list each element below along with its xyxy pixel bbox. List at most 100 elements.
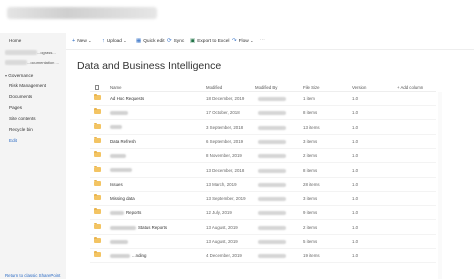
table-row[interactable]: 17 October, 2018 8 items 1.0	[90, 106, 436, 121]
row-name[interactable]	[110, 239, 130, 244]
redacted-name	[110, 254, 130, 259]
nav-home[interactable]: Home	[9, 38, 21, 43]
row-name[interactable]	[110, 110, 130, 116]
row-version: 1.0	[352, 110, 359, 116]
grid-icon: ▦	[136, 38, 142, 44]
row-modified: 3 September, 2018	[206, 124, 244, 130]
table-row[interactable]: 8 November, 2019 2 items 1.0	[90, 149, 436, 164]
sync-button[interactable]: ⟳ Sync	[167, 38, 184, 44]
row-file-size: 9 items	[303, 210, 318, 216]
row-modified-by-redacted	[258, 240, 286, 244]
row-name[interactable]	[110, 153, 128, 159]
table-row[interactable]: Ad Hoc Requests 18 December, 2019 1 item 1.…	[90, 92, 436, 106]
add-column-button[interactable]: + Add column	[397, 85, 423, 90]
export-to-excel-button[interactable]: ▣ Export to Excel	[190, 38, 229, 44]
folder-icon	[94, 222, 101, 229]
nav-risk-management[interactable]: Risk Management	[9, 83, 46, 88]
table-row[interactable]: Issues 13 March, 2019 28 items 1.0	[90, 178, 436, 192]
folder-icon	[94, 237, 101, 243]
row-version: 1.0	[352, 181, 359, 187]
nav-item-redacted-2[interactable]: ...ocumentation ...	[5, 60, 59, 66]
row-name[interactable]: ...nding	[110, 253, 146, 258]
column-header-modified-by[interactable]: Modified By	[255, 85, 277, 90]
row-modified-by-redacted	[258, 139, 286, 144]
row-modified-by-redacted	[258, 254, 286, 259]
row-modified: 8 November, 2019	[206, 153, 242, 159]
folder-icon	[94, 251, 101, 258]
plus-icon: +	[72, 38, 76, 44]
row-name[interactable]	[110, 168, 134, 173]
folder-icon	[94, 179, 101, 186]
column-header-modified[interactable]: Modified	[206, 85, 222, 90]
row-file-size: 3 items	[303, 196, 318, 202]
row-version: 1.0	[352, 124, 359, 130]
row-modified-by-redacted	[258, 182, 286, 187]
row-name[interactable]: Issues	[110, 182, 123, 187]
row-version: 1.0	[352, 138, 359, 144]
row-version: 1.0	[352, 239, 359, 244]
folder-icon	[94, 122, 101, 129]
row-modified-by-redacted	[258, 125, 286, 130]
row-modified-by-redacted	[258, 225, 286, 230]
row-modified: 13 August, 2019	[206, 224, 238, 230]
nav-governance[interactable]: ▾ Governance	[5, 73, 33, 78]
command-bar: + New ⌄ ↑ Upload ⌄ ▦ Quick edit ⟳ Sync ▣ Expo…	[66, 33, 474, 50]
table-row[interactable]: 13 December, 2018 8 items 1.0	[90, 164, 436, 178]
flow-icon: ↷	[232, 38, 237, 44]
excel-icon: ▣	[190, 38, 196, 44]
chevron-down-icon: ⌄	[250, 38, 254, 43]
nav-edit-link[interactable]: Edit	[9, 138, 17, 143]
row-name[interactable]	[110, 125, 124, 130]
nav-item-redacted-1[interactable]: ...ograss...	[5, 50, 56, 56]
nav-pages[interactable]: Pages	[9, 105, 22, 110]
return-to-classic-link[interactable]: Return to classic SharePoint	[5, 273, 60, 278]
row-name[interactable]: Missing data	[110, 196, 135, 201]
row-modified: 18 December, 2019	[206, 96, 245, 101]
chevron-down-icon: ⌄	[88, 38, 92, 43]
page-title: Data and Business Intelligence	[77, 60, 222, 72]
quick-edit-button[interactable]: ▦ Quick edit	[136, 38, 165, 44]
redacted-name	[110, 168, 132, 173]
row-name[interactable]: Status Reports	[110, 225, 167, 230]
nav-documents[interactable]: Documents	[9, 94, 32, 99]
sync-icon: ⟳	[167, 38, 172, 44]
table-row[interactable]: 13 August, 2019 5 items 1.0	[90, 235, 436, 249]
table-row[interactable]: Missing data 13 September, 2019 3 items 1.0	[90, 192, 436, 207]
upload-icon: ↑	[102, 38, 105, 44]
row-version: 1.0	[352, 224, 359, 230]
redacted-name	[110, 239, 128, 244]
table-row[interactable]: Data Refresh 6 September, 2019 3 items 1.0	[90, 135, 436, 149]
row-name[interactable]: Ad Hoc Requests	[110, 96, 144, 101]
nav-site-contents[interactable]: Site contents	[9, 116, 36, 121]
row-name[interactable]: Reports	[110, 210, 141, 215]
row-file-size: 19 items	[303, 253, 320, 259]
row-name[interactable]: Data Refresh	[110, 139, 136, 144]
column-header-name[interactable]: Name	[110, 85, 121, 90]
table-row[interactable]: 3 September, 2018 13 items 1.0	[90, 121, 436, 135]
more-options-button[interactable]: ···	[260, 38, 265, 43]
table-row[interactable]: ...nding 4 December, 2019 19 items 1.0	[90, 249, 436, 264]
folder-icon	[94, 108, 101, 115]
flow-button[interactable]: ↷ Flow ⌄	[232, 38, 253, 44]
row-file-size: 3 items	[303, 138, 318, 144]
row-modified-by-redacted	[258, 97, 286, 101]
folder-icon	[94, 151, 101, 158]
row-version: 1.0	[352, 253, 359, 259]
row-version: 1.0	[352, 210, 359, 216]
row-version: 1.0	[352, 96, 359, 101]
column-header-file-size[interactable]: File Size	[303, 85, 319, 90]
row-file-size: 28 items	[303, 181, 320, 187]
nav-recycle-bin[interactable]: Recycle bin	[9, 127, 33, 132]
table-row[interactable]: Reports 12 July, 2019 9 items 1.0	[90, 206, 436, 221]
column-header-version[interactable]: Version	[352, 85, 366, 90]
folder-icon	[94, 165, 101, 172]
folder-icon	[94, 136, 101, 143]
list-scrollbar[interactable]	[438, 92, 442, 279]
new-button[interactable]: + New ⌄	[72, 38, 92, 44]
row-modified: 4 December, 2019	[206, 253, 242, 259]
left-navigation: Home ...ograss... ...ocumentation ... ▾ …	[0, 33, 66, 279]
table-row[interactable]: Status Reports 13 August, 2019 2 items 1.0	[90, 221, 436, 235]
row-modified: 13 December, 2018	[206, 167, 245, 173]
upload-button[interactable]: ↑ Upload ⌄	[102, 38, 127, 44]
folder-icon	[94, 208, 101, 215]
